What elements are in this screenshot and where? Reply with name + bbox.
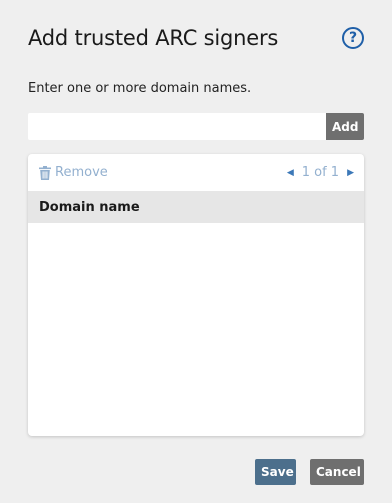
caret-right-icon[interactable]: ▶ (347, 168, 354, 178)
list-toolbar: Remove ◀ 1 of 1 ▶ (28, 154, 364, 191)
help-glyph: ? (348, 30, 358, 46)
domain-list-panel: Remove ◀ 1 of 1 ▶ Domain name (28, 154, 364, 436)
instructions-text: Enter one or more domain names. (28, 81, 252, 96)
caret-left-icon[interactable]: ◀ (287, 168, 294, 178)
column-header-domain-name: Domain name (39, 199, 140, 215)
table-header[interactable]: Domain name (28, 191, 364, 223)
dialog-title: Add trusted ARC signers (28, 26, 279, 50)
pagination-text: 1 of 1 (301, 165, 340, 180)
domain-input[interactable] (28, 113, 326, 140)
cancel-button[interactable]: Cancel (310, 459, 364, 485)
add-button[interactable]: Add (326, 113, 364, 140)
trash-icon (39, 165, 51, 180)
pagination: ◀ 1 of 1 ▶ (287, 165, 354, 180)
remove-label: Remove (55, 165, 108, 180)
help-icon[interactable]: ? (342, 27, 364, 49)
remove-button[interactable]: Remove (39, 165, 108, 180)
save-button[interactable]: Save (255, 459, 296, 485)
